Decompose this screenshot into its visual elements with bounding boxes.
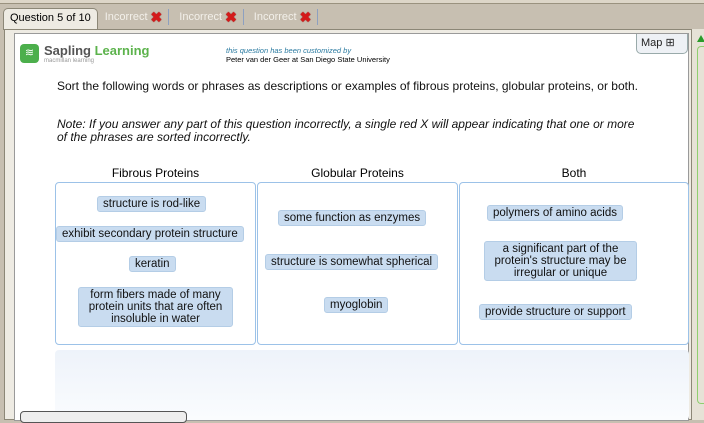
map-label: Map: [641, 37, 663, 49]
attempt-label: Incorrect: [179, 11, 223, 23]
customized-note: this question has been customized by Pet…: [226, 46, 390, 64]
logo-name-b: Learning: [94, 43, 150, 58]
attempt-label: Incorrect: [253, 11, 297, 23]
customized-line1: this question has been customized by: [226, 46, 352, 55]
item-bank[interactable]: [55, 350, 689, 420]
drop-zone-fibrous[interactable]: structure is rod-like exhibit secondary …: [55, 182, 256, 345]
book-icon: ≋: [20, 44, 39, 63]
red-x-icon: ✖: [150, 8, 163, 25]
red-x-icon: ✖: [225, 8, 237, 25]
logo-name-a: Sapling: [44, 43, 91, 58]
draggable-item[interactable]: exhibit secondary protein structure: [56, 226, 244, 242]
drop-zone-globular[interactable]: some function as enzymes structure is so…: [257, 182, 458, 345]
top-edge: [0, 0, 704, 4]
attempt-label: Incorrect: [104, 11, 148, 23]
question-text: Sort the following words or phrases as d…: [57, 79, 638, 93]
draggable-item[interactable]: polymers of amino acids: [487, 205, 623, 221]
bottom-button[interactable]: [20, 411, 187, 423]
draggable-item[interactable]: a significant part of the protein's stru…: [484, 241, 637, 281]
note-text: Note: If you answer any part of this que…: [57, 117, 635, 144]
column-header-fibrous: Fibrous Proteins: [111, 166, 200, 180]
tab-attempt[interactable]: Incorrect ✖: [99, 9, 170, 25]
red-x-icon: ✖: [299, 8, 312, 25]
customized-line2: Peter van der Geer at San Diego State Un…: [226, 55, 390, 64]
tab-attempt[interactable]: Incorrect ✖: [173, 9, 244, 25]
column-header-globular: Globular Proteins: [311, 166, 404, 180]
column-header-both: Both: [561, 166, 587, 180]
hierarchy-icon: ⊞: [665, 37, 675, 49]
map-button[interactable]: Map ⊞: [636, 34, 688, 54]
tab-attempt[interactable]: Incorrect ✖: [248, 9, 319, 25]
draggable-item[interactable]: some function as enzymes: [278, 210, 427, 226]
draggable-item[interactable]: myoglobin: [324, 297, 389, 313]
draggable-item[interactable]: provide structure or support: [479, 304, 632, 320]
draggable-item[interactable]: keratin: [129, 256, 176, 272]
draggable-item[interactable]: form fibers made of many protein units t…: [78, 287, 233, 327]
draggable-item[interactable]: structure is rod-like: [97, 196, 207, 212]
question-tabs: Question 5 of 10 Incorrect ✖ Incorrect ✖ I…: [0, 5, 319, 30]
expand-arrow-icon[interactable]: [697, 35, 704, 42]
drop-zone-both[interactable]: polymers of amino acids a significant pa…: [459, 182, 689, 345]
side-panel-edge[interactable]: [697, 46, 704, 404]
logo-sub: macmillan learning: [44, 58, 95, 64]
draggable-item[interactable]: structure is somewhat spherical: [265, 254, 439, 270]
tab-current-question[interactable]: Question 5 of 10: [3, 8, 98, 30]
sapling-logo: ≋ Sapling Learning macmillan learning: [20, 43, 149, 64]
